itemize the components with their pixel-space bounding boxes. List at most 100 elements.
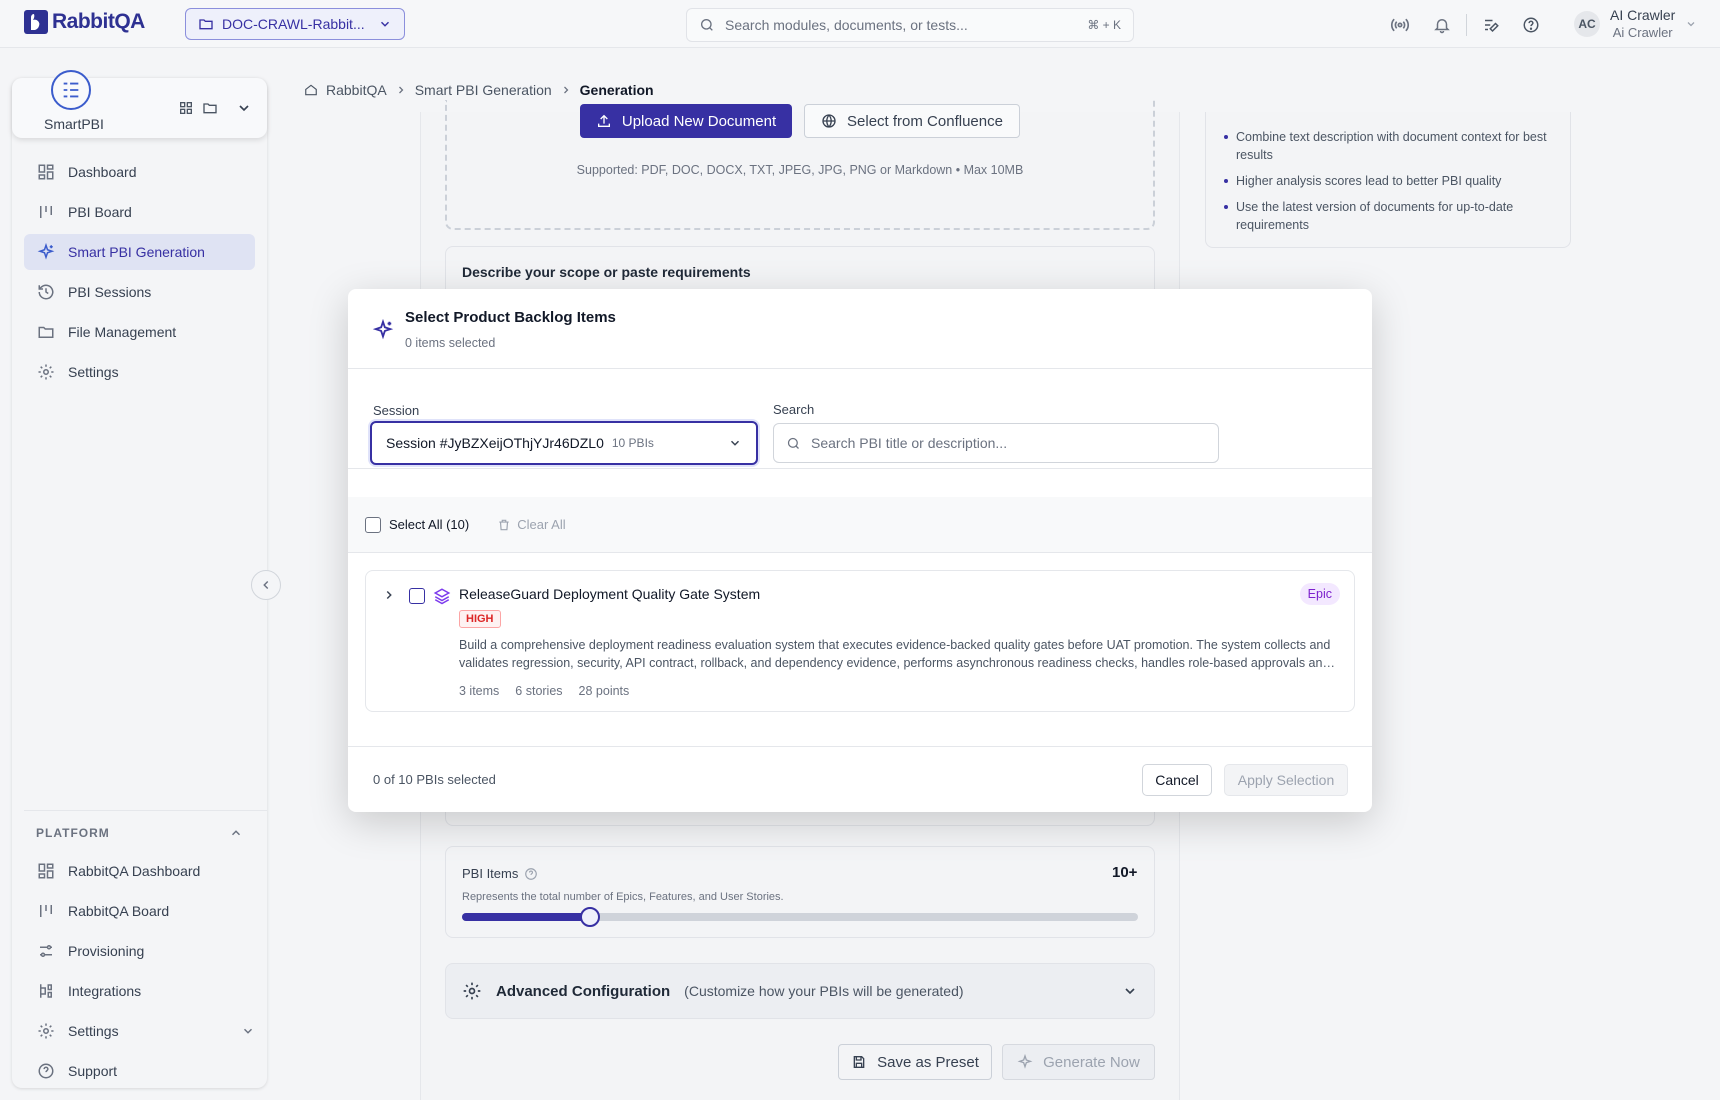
chevron-right-icon[interactable]: [382, 588, 396, 602]
theme-brush-icon[interactable]: [1481, 15, 1501, 35]
apply-selection-button[interactable]: Apply Selection: [1224, 764, 1348, 796]
tip-item: Combine text description with document c…: [1222, 128, 1562, 164]
save-preset-label: Save as Preset: [877, 1053, 979, 1071]
tip-item: Use the latest version of documents for …: [1222, 198, 1562, 234]
pbi-items-value: 10+: [1112, 864, 1138, 881]
select-confluence-button[interactable]: Select from Confluence: [804, 104, 1020, 138]
sidebar-item-file-management[interactable]: File Management: [24, 314, 255, 350]
dashboard-icon: [36, 162, 56, 182]
info-icon[interactable]: [524, 867, 538, 881]
session-label: Session: [373, 403, 420, 418]
sparkle-icon: [1017, 1054, 1033, 1070]
user-subtitle: Ai Crawler: [1612, 25, 1673, 40]
advanced-title: Advanced Configuration: [496, 982, 671, 1000]
session-select[interactable]: Session #JyBZXeijOThjYJr46DZL0 10 PBIs: [370, 421, 758, 465]
sidebar-item-smart-pbi-generation[interactable]: Smart PBI Generation: [24, 234, 255, 270]
sidebar-item-dashboard[interactable]: Dashboard: [24, 154, 255, 190]
board-icon: [36, 901, 56, 921]
folder-icon: [198, 16, 214, 32]
chevron-right-icon: [560, 84, 572, 96]
help-icon[interactable]: [1521, 15, 1541, 35]
sidebar-item-settings[interactable]: Settings: [24, 354, 255, 390]
confluence-label: Select from Confluence: [847, 112, 1003, 130]
project-selector[interactable]: DOC-CRAWL-Rabbit...: [185, 8, 405, 40]
cancel-button[interactable]: Cancel: [1142, 764, 1212, 796]
chevron-down-icon[interactable]: [236, 100, 252, 116]
chevron-down-icon: [378, 17, 392, 31]
project-name: DOC-CRAWL-Rabbit...: [222, 16, 365, 32]
dashboard-icon: [36, 861, 56, 881]
breadcrumb: RabbitQA Smart PBI Generation Generation: [304, 82, 654, 98]
slider-fill: [462, 913, 590, 921]
chevron-down-icon: [728, 436, 742, 450]
pbi-items-slider[interactable]: [462, 907, 1138, 927]
logo-text: RabbitQA: [52, 10, 145, 33]
sidebar-item-platform-settings[interactable]: Settings: [24, 1013, 267, 1049]
save-preset-button[interactable]: Save as Preset: [838, 1044, 992, 1080]
folder-icon[interactable]: [202, 100, 218, 116]
clear-all-button[interactable]: Clear All: [497, 517, 566, 532]
user-menu[interactable]: AC AI Crawler Ai Crawler: [1574, 6, 1697, 42]
pbi-checkbox[interactable]: [409, 588, 425, 604]
pbi-items-title: PBI Items: [462, 866, 538, 881]
checkbox[interactable]: [365, 516, 381, 533]
tip-item: Higher analysis scores lead to better PB…: [1222, 172, 1562, 190]
advanced-configuration[interactable]: Advanced Configuration (Customize how yo…: [445, 963, 1155, 1019]
sidebar-item-rabbitqa-dashboard[interactable]: RabbitQA Dashboard: [24, 853, 267, 889]
pbi-search-placeholder: Search PBI title or description...: [811, 435, 1008, 451]
session-pbi-count: 10 PBIs: [611, 436, 654, 450]
sidebar-nav: Dashboard PBI Board Smart PBI Generation…: [24, 154, 255, 394]
home-icon: [304, 83, 318, 97]
search-placeholder: Search modules, documents, or tests...: [725, 17, 968, 33]
modal-header: Select Product Backlog Items 0 items sel…: [348, 289, 1372, 369]
priority-badge: HIGH: [459, 610, 501, 628]
supported-formats: Supported: PDF, DOC, DOCX, TXT, JPEG, JP…: [576, 163, 1024, 177]
sidebar-item-integrations[interactable]: Integrations: [24, 973, 267, 1009]
pbi-items-label: PBI Items: [462, 866, 519, 881]
bell-icon[interactable]: [1432, 15, 1452, 35]
help-icon: [36, 1061, 56, 1081]
sidebar-collapse-button[interactable]: [251, 570, 281, 600]
save-icon: [851, 1054, 867, 1070]
modal-selected-count: 0 items selected: [405, 336, 496, 350]
sparkle-icon: [36, 242, 56, 262]
global-search-input[interactable]: Search modules, documents, or tests... ⌘…: [686, 8, 1134, 42]
search-icon: [786, 436, 801, 451]
sidebar-item-support[interactable]: Support: [24, 1053, 267, 1089]
sidebar-item-pbi-board[interactable]: PBI Board: [24, 194, 255, 230]
breadcrumb-current: Generation: [579, 82, 654, 98]
sidebar-item-label: Settings: [68, 364, 119, 380]
sidebar-item-rabbitqa-board[interactable]: RabbitQA Board: [24, 893, 267, 929]
breadcrumb-parent[interactable]: Smart PBI Generation: [415, 82, 552, 98]
platform-header[interactable]: PLATFORM: [24, 821, 255, 845]
selection-bar: Select All (10) Clear All: [348, 497, 1372, 553]
list-item[interactable]: ReleaseGuard Deployment Quality Gate Sys…: [365, 570, 1355, 712]
upload-document-button[interactable]: Upload New Document: [580, 104, 792, 138]
search-label: Search: [773, 402, 815, 417]
sidebar-item-provisioning[interactable]: Provisioning: [24, 933, 267, 969]
app-switcher[interactable]: SmartPBI: [12, 70, 267, 138]
app-actions: [178, 100, 252, 116]
board-icon: [36, 202, 56, 222]
upload-icon: [596, 113, 612, 129]
breadcrumb-home[interactable]: RabbitQA: [326, 82, 387, 98]
sidebar-item-label: Support: [68, 1063, 118, 1079]
platform-nav: RabbitQA Dashboard RabbitQA Board Provis…: [24, 853, 267, 1089]
sidebar-item-label: Settings: [68, 1023, 119, 1039]
pbi-search-input[interactable]: Search PBI title or description...: [773, 423, 1219, 463]
slider-thumb[interactable]: [580, 907, 600, 927]
select-all-checkbox[interactable]: Select All (10): [365, 516, 469, 533]
upload-label: Upload New Document: [621, 112, 777, 130]
sidebar-item-pbi-sessions[interactable]: PBI Sessions: [24, 274, 255, 310]
generate-now-button[interactable]: Generate Now: [1002, 1044, 1155, 1080]
footer-selected-count: 0 of 10 PBIs selected: [373, 772, 496, 787]
broadcast-icon[interactable]: [1390, 15, 1410, 35]
rabbitqa-logo[interactable]: RabbitQA: [24, 10, 145, 34]
app-name: SmartPBI: [44, 116, 104, 132]
grid-icon[interactable]: [178, 100, 194, 116]
divider: [1466, 14, 1467, 36]
sparkle-icon: [372, 319, 394, 341]
session-value: Session #JyBZXeijOThjYJr46DZL0: [386, 435, 604, 451]
generate-label: Generate Now: [1043, 1053, 1140, 1071]
scope-title: Describe your scope or paste requirement…: [462, 264, 751, 280]
